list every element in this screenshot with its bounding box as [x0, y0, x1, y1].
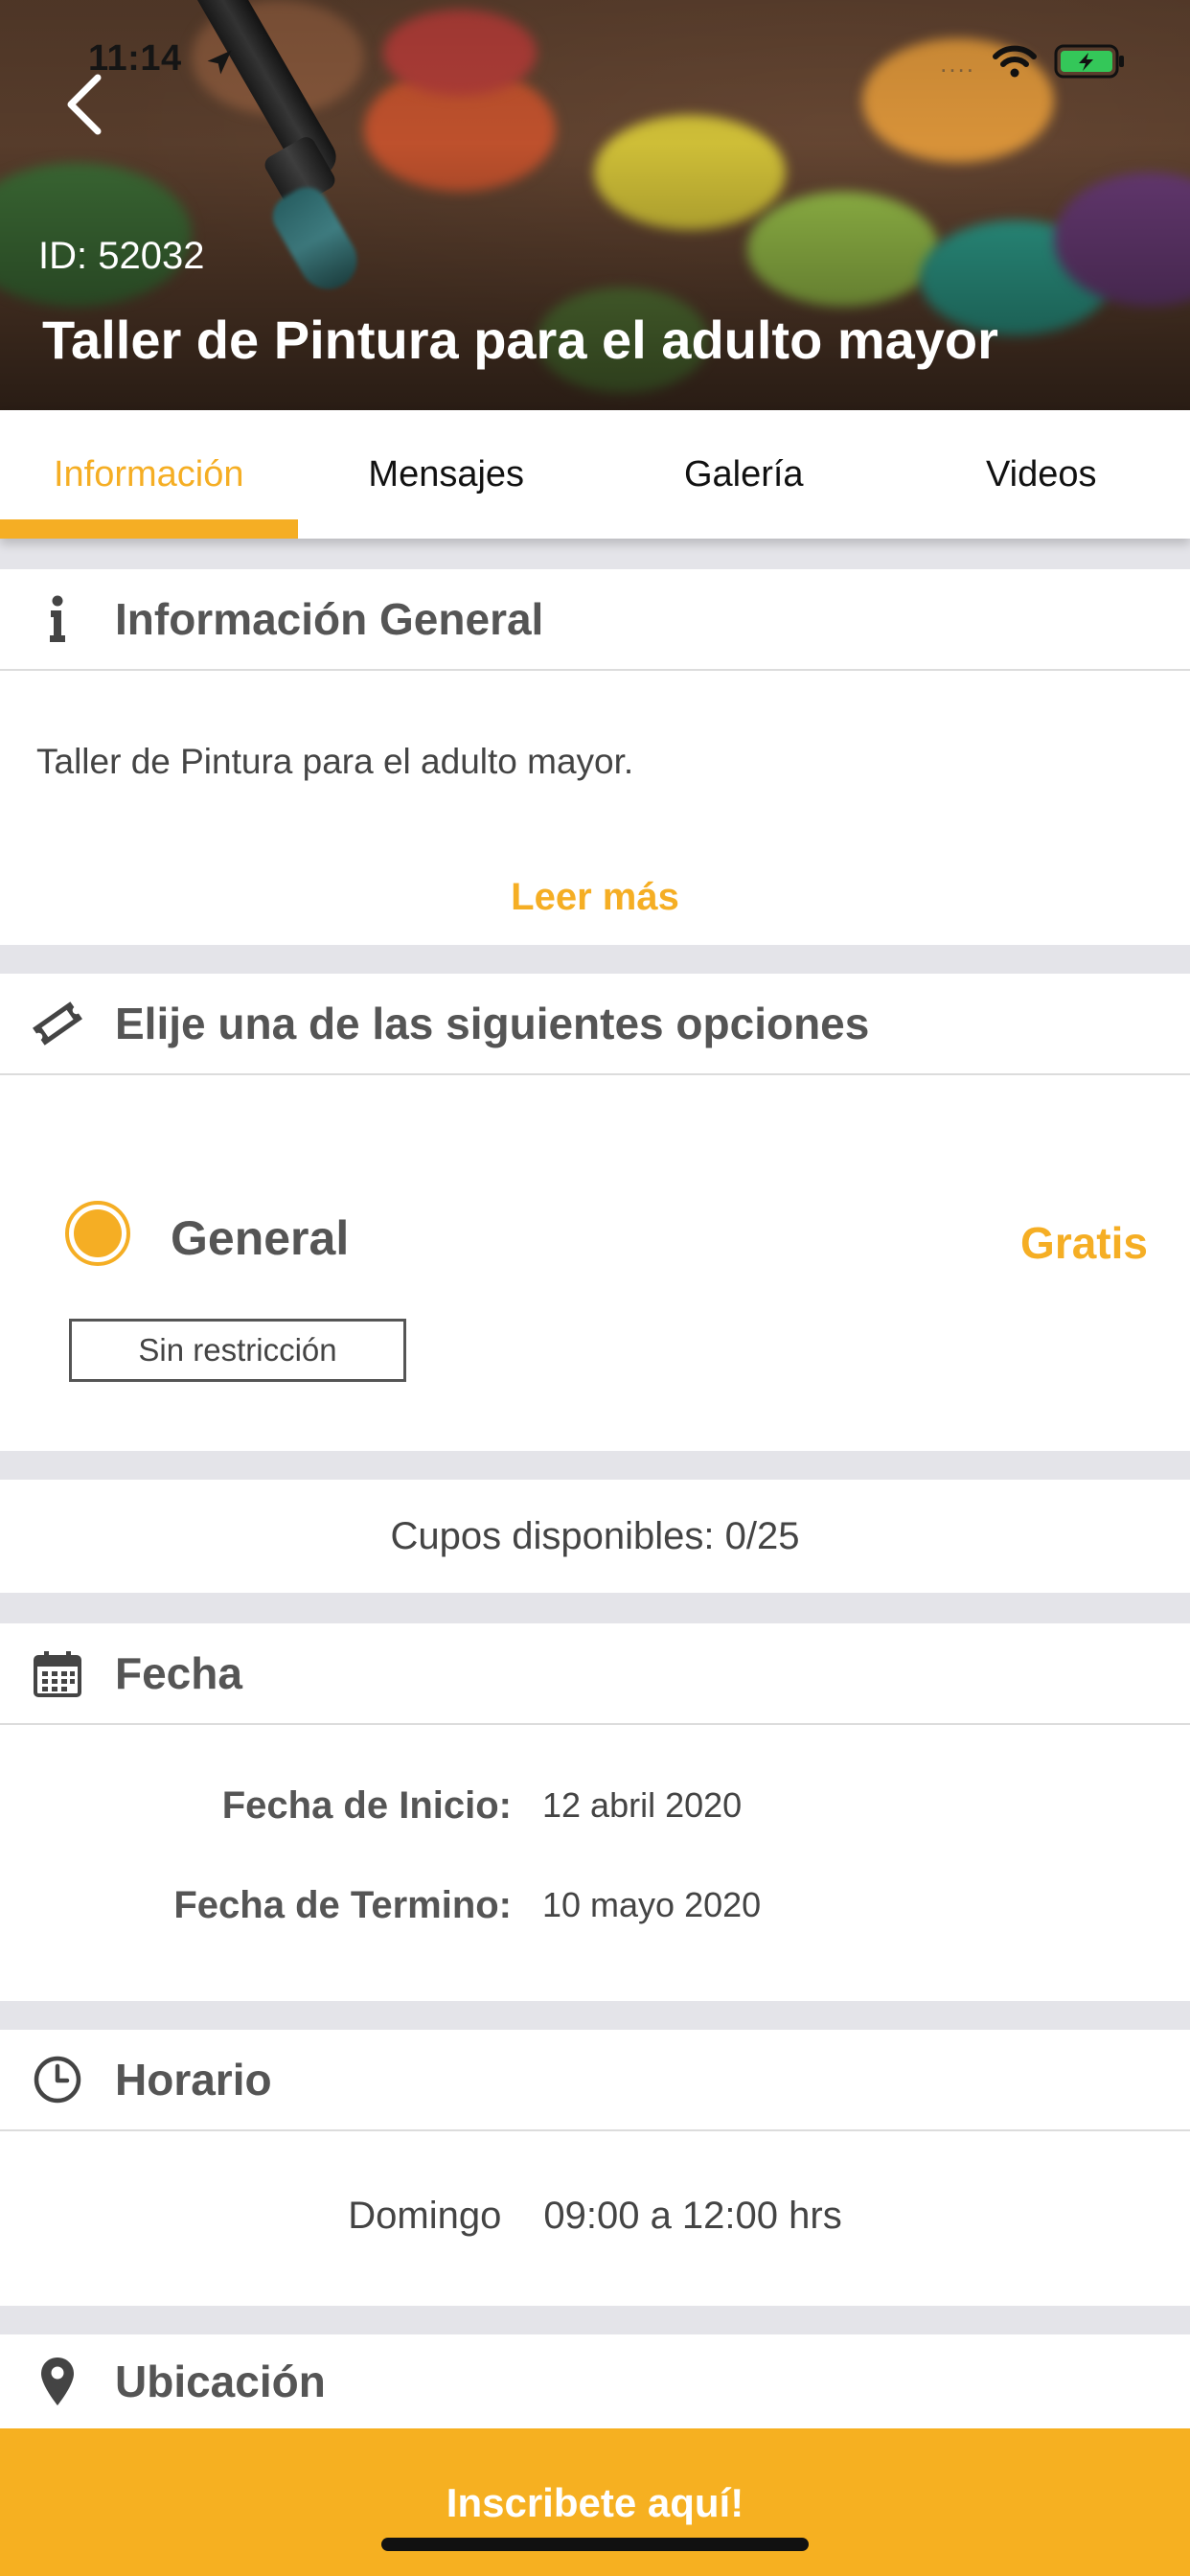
- start-date-row: Fecha de Inicio: 12 abril 2020: [0, 1777, 1190, 1834]
- date-section: Fecha Fecha de Inicio: 12 abril 2020 Fec…: [0, 1623, 1190, 2001]
- clock-icon: [34, 2056, 81, 2104]
- restriction-badge: Sin restricción: [69, 1319, 406, 1382]
- back-button[interactable]: [56, 71, 113, 138]
- schedule-day: Domingo: [348, 2195, 502, 2237]
- event-id: ID: 52032: [38, 235, 205, 277]
- tab-bar: Información Mensajes Galería Videos: [0, 410, 1190, 539]
- option-price: Gratis: [1020, 1218, 1148, 1268]
- date-section-header: Fecha: [0, 1623, 1190, 1725]
- options-section: Elije una de las siguientes opciones Gen…: [0, 974, 1190, 1451]
- home-indicator: [381, 2538, 809, 2551]
- option-name: General: [171, 1211, 350, 1265]
- calendar-icon: [34, 1651, 81, 1697]
- signup-button[interactable]: Inscribete aquí!: [0, 2428, 1190, 2576]
- tab-mensajes[interactable]: Mensajes: [298, 410, 596, 539]
- tab-galeria[interactable]: Galería: [595, 410, 893, 539]
- location-section-title: Ubicación: [115, 2357, 326, 2406]
- tab-videos[interactable]: Videos: [893, 410, 1190, 539]
- signup-button-label: Inscribete aquí!: [446, 2480, 744, 2525]
- end-date-value: 10 mayo 2020: [542, 1885, 762, 1924]
- header-image: 11:14 .... ID: 52032 Taller de Pintura p…: [0, 0, 1190, 410]
- availability-text: Cupos disponibles: 0/25: [0, 1480, 1190, 1593]
- info-description: Taller de Pintura para el adulto mayor.: [36, 742, 634, 781]
- location-section: Ubicación: [0, 2334, 1190, 2428]
- options-section-header: Elije una de las siguientes opciones: [0, 974, 1190, 1075]
- start-date-label: Fecha de Inicio:: [221, 1783, 512, 1827]
- schedule-hours: 09:00 a 12:00 hrs: [543, 2195, 842, 2237]
- options-section-title: Elije una de las siguientes opciones: [115, 999, 870, 1048]
- info-section-title: Información General: [115, 594, 544, 644]
- page-title: Taller de Pintura para el adulto mayor: [42, 310, 998, 370]
- read-more-link[interactable]: Leer más: [0, 876, 1190, 919]
- back-chevron-icon: [67, 74, 102, 135]
- date-section-title: Fecha: [115, 1648, 242, 1698]
- ticket-icon: [33, 1001, 82, 1046]
- schedule-section: Horario Domingo 09:00 a 12:00 hrs: [0, 2030, 1190, 2306]
- signal-dots: ....: [940, 49, 975, 78]
- info-icon: [50, 595, 65, 642]
- location-arrow-icon: [205, 48, 234, 81]
- option-general-radio[interactable]: [65, 1201, 130, 1266]
- battery-icon: [1054, 44, 1127, 83]
- end-date-row: Fecha de Termino: 10 mayo 2020: [0, 1876, 1190, 1934]
- end-date-label: Fecha de Termino:: [173, 1883, 512, 1926]
- info-section-header: Información General: [0, 569, 1190, 671]
- status-icons: ....: [940, 44, 1127, 83]
- location-section-header: Ubicación: [0, 2334, 1190, 2428]
- wifi-icon: [993, 45, 1037, 82]
- schedule-section-title: Horario: [115, 2055, 272, 2104]
- tab-informacion[interactable]: Información: [0, 410, 298, 539]
- schedule-row: Domingo 09:00 a 12:00 hrs: [0, 2195, 1190, 2238]
- radio-selected-dot: [74, 1209, 122, 1257]
- start-date-value: 12 abril 2020: [542, 1785, 743, 1825]
- location-pin-icon: [41, 2358, 74, 2405]
- schedule-section-header: Horario: [0, 2030, 1190, 2131]
- info-section: Información General Taller de Pintura pa…: [0, 569, 1190, 945]
